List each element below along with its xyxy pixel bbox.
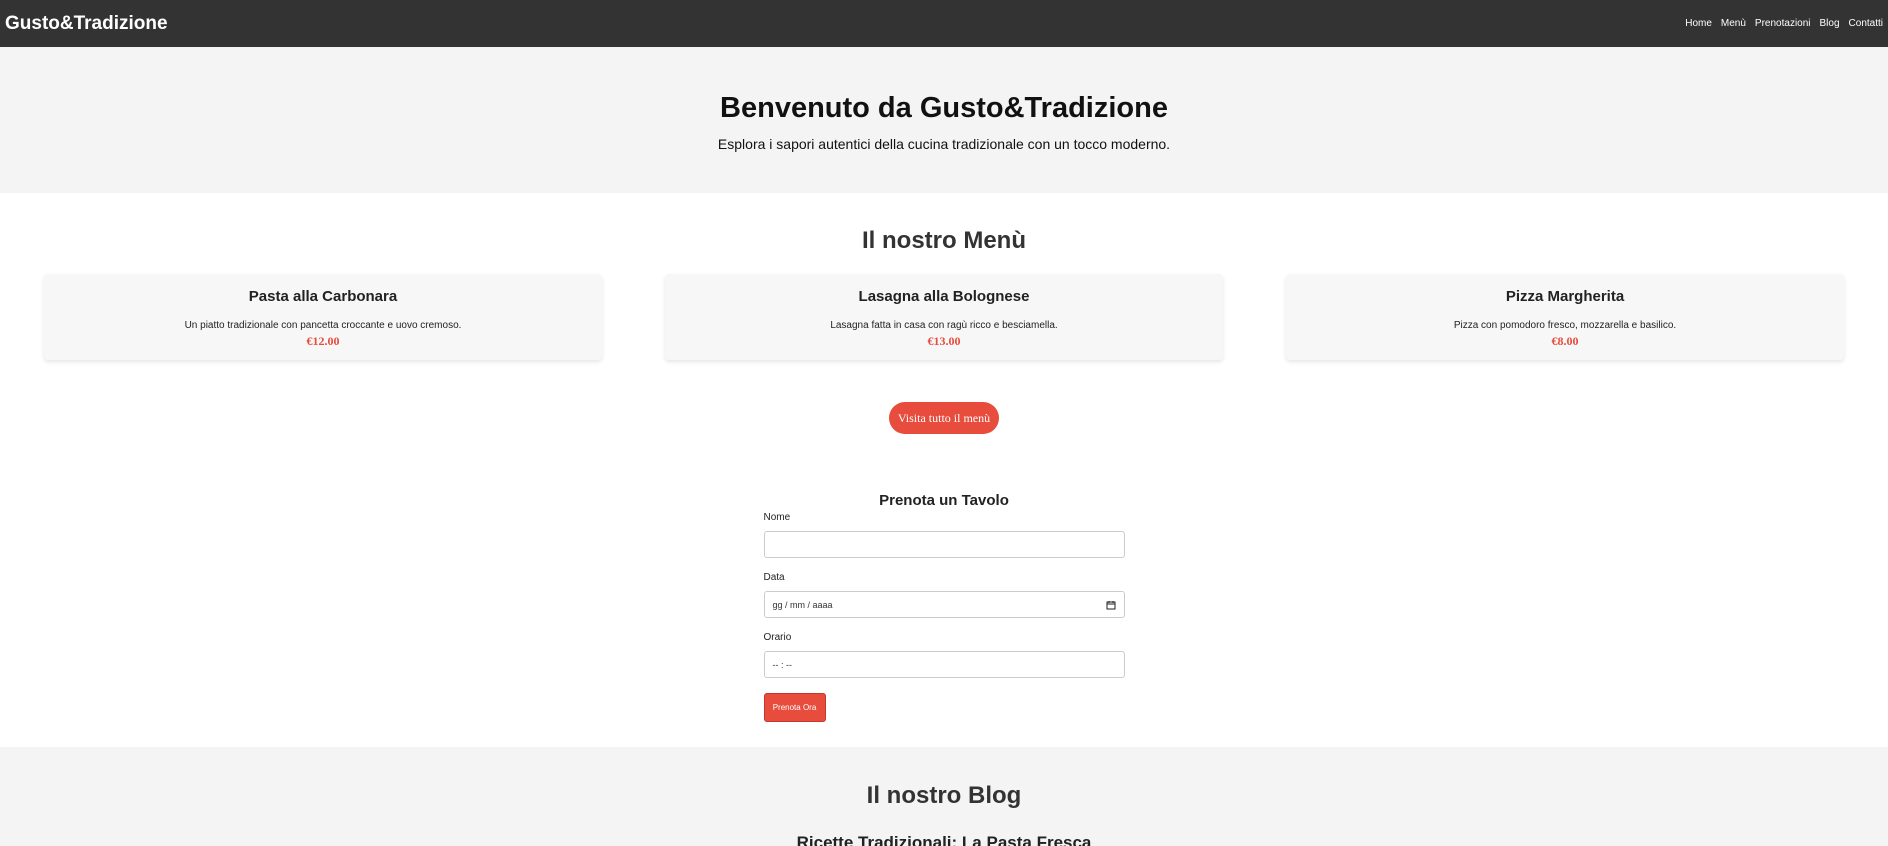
time-placeholder: -- : -- [772, 659, 793, 670]
nav-booking-link[interactable]: Prenotazioni [1755, 18, 1811, 29]
dish-description: Lasagna fatta in casa con ragù ricco e b… [830, 320, 1058, 331]
hero-section: Benvenuto da Gusto&Tradizione Esplora i … [0, 47, 1888, 193]
dish-description: Pizza con pomodoro fresco, mozzarella e … [1453, 320, 1677, 331]
dish-price: €8.00 [1551, 334, 1579, 348]
nav-blog-link[interactable]: Blog [1820, 18, 1840, 29]
menu-title: Il nostro Menù [862, 227, 1026, 254]
nav-home-link[interactable]: Home [1685, 18, 1712, 29]
view-full-menu-button[interactable]: Visita tutto il menù [888, 402, 1000, 434]
name-input[interactable] [763, 531, 1125, 558]
menu-card: Pizza Margherita Pizza con pomodoro fres… [1286, 274, 1844, 360]
menu-cards: Pasta alla Carbonara Un piatto tradizion… [0, 274, 1888, 360]
hero-subtitle: Esplora i sapori autentici della cucina … [717, 136, 1171, 152]
dish-price: €12.00 [306, 334, 340, 348]
dish-price: €13.00 [927, 334, 961, 348]
dish-name: Pizza Margherita [1505, 288, 1625, 305]
dish-name: Pasta alla Carbonara [248, 288, 398, 305]
menu-card: Lasagna alla Bolognese Lasagna fatta in … [665, 274, 1223, 360]
blog-article-title[interactable]: Ricette Tradizionali: La Pasta Fresca [0, 833, 1888, 846]
nav-contacts-link[interactable]: Contatti [1849, 18, 1883, 29]
blog-section: Il nostro Blog Ricette Tradizionali: La … [0, 747, 1888, 846]
date-placeholder: gg / mm / aaaa [772, 599, 833, 610]
date-label: Data [763, 572, 785, 583]
book-now-button[interactable]: Prenota Ora [763, 693, 826, 722]
brand-logo[interactable]: Gusto&Tradizione [5, 13, 168, 35]
menu-section: Il nostro Menù Pasta alla Carbonara Un p… [0, 193, 1888, 434]
date-input[interactable]: gg / mm / aaaa [763, 591, 1125, 618]
booking-form: Prenota un Tavolo Nome Data gg / mm / aa… [763, 492, 1125, 722]
calendar-icon[interactable] [1106, 600, 1116, 610]
menu-card: Pasta alla Carbonara Un piatto tradizion… [44, 274, 602, 360]
main-nav: Home Menù Prenotazioni Blog Contatti [1676, 18, 1883, 29]
blog-title: Il nostro Blog [866, 782, 1022, 809]
booking-title: Prenota un Tavolo [879, 492, 1009, 509]
hero-title: Benvenuto da Gusto&Tradizione [720, 92, 1168, 124]
dish-description: Un piatto tradizionale con pancetta croc… [184, 320, 462, 331]
name-label: Nome [763, 512, 791, 523]
nav-menu-link[interactable]: Menù [1721, 18, 1746, 29]
time-input[interactable]: -- : -- [763, 651, 1125, 678]
time-label: Orario [763, 632, 792, 643]
navbar: Gusto&Tradizione Home Menù Prenotazioni … [0, 0, 1888, 47]
dish-name: Lasagna alla Bolognese [858, 288, 1030, 305]
